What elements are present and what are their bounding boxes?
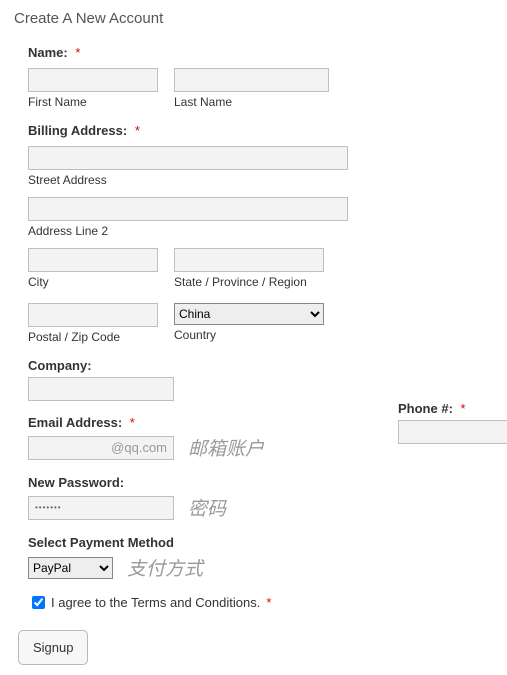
phone-input[interactable]	[398, 420, 507, 444]
name-label: Name:	[28, 45, 68, 60]
email-annotation: 邮箱账户	[188, 434, 264, 461]
country-select[interactable]: China	[174, 303, 324, 325]
password-label: New Password:	[28, 475, 124, 490]
signup-form: Name: * First Name Last Name Billing Add…	[10, 45, 497, 665]
line2-sublabel: Address Line 2	[28, 224, 497, 238]
postal-input[interactable]	[28, 303, 158, 327]
terms-checkbox[interactable]	[32, 596, 45, 609]
company-label: Company:	[28, 358, 92, 373]
required-marker: *	[130, 415, 135, 430]
company-input[interactable]	[28, 377, 174, 401]
required-marker: *	[135, 123, 140, 138]
required-marker: *	[75, 45, 80, 60]
page-title: Create A New Account	[14, 10, 497, 27]
email-input[interactable]	[28, 436, 174, 460]
first-name-input[interactable]	[28, 68, 158, 92]
city-input[interactable]	[28, 248, 158, 272]
last-name-input[interactable]	[174, 68, 329, 92]
first-name-sublabel: First Name	[28, 95, 158, 109]
postal-sublabel: Postal / Zip Code	[28, 330, 158, 344]
country-sublabel: Country	[174, 328, 324, 342]
required-marker: *	[461, 401, 466, 416]
state-input[interactable]	[174, 248, 324, 272]
billing-label: Billing Address:	[28, 123, 127, 138]
city-sublabel: City	[28, 275, 158, 289]
payment-select[interactable]: PayPal	[28, 557, 113, 579]
line2-input[interactable]	[28, 197, 348, 221]
terms-text: I agree to the Terms and Conditions.	[51, 595, 260, 610]
street-input[interactable]	[28, 146, 348, 170]
payment-label: Select Payment Method	[28, 535, 174, 550]
payment-annotation: 支付方式	[127, 554, 203, 581]
signup-button[interactable]: Signup	[18, 630, 88, 665]
password-annotation: 密码	[188, 494, 226, 521]
state-sublabel: State / Province / Region	[174, 275, 324, 289]
password-input[interactable]	[28, 496, 174, 520]
email-label: Email Address:	[28, 415, 122, 430]
phone-label: Phone #:	[398, 401, 453, 416]
last-name-sublabel: Last Name	[174, 95, 329, 109]
required-marker: *	[266, 595, 271, 610]
street-sublabel: Street Address	[28, 173, 497, 187]
